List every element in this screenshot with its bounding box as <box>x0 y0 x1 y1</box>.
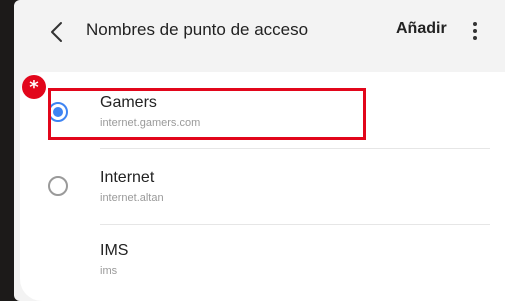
radio-button[interactable] <box>48 176 68 196</box>
apn-address: internet.altan <box>100 192 164 204</box>
back-button[interactable] <box>44 19 68 45</box>
apn-name: IMS <box>100 242 129 259</box>
apn-name: Internet <box>100 169 155 186</box>
page-title: Nombres de punto de acceso <box>86 20 309 39</box>
more-options-button[interactable] <box>466 20 484 42</box>
app-bar: Nombres de punto de acceso Añadir <box>14 0 505 70</box>
apn-item-internet[interactable]: Internet internet.altan <box>20 149 505 225</box>
apn-screen: Nombres de punto de acceso Añadir Gamers… <box>14 0 505 301</box>
add-button[interactable]: Añadir <box>396 20 447 38</box>
apn-item-ims[interactable]: IMS ims <box>20 225 505 301</box>
chevron-left-icon <box>51 22 62 42</box>
apn-address: ims <box>100 265 118 277</box>
more-vertical-icon <box>473 22 477 26</box>
highlight-box <box>48 88 366 140</box>
annotation-marker: * <box>22 75 46 99</box>
